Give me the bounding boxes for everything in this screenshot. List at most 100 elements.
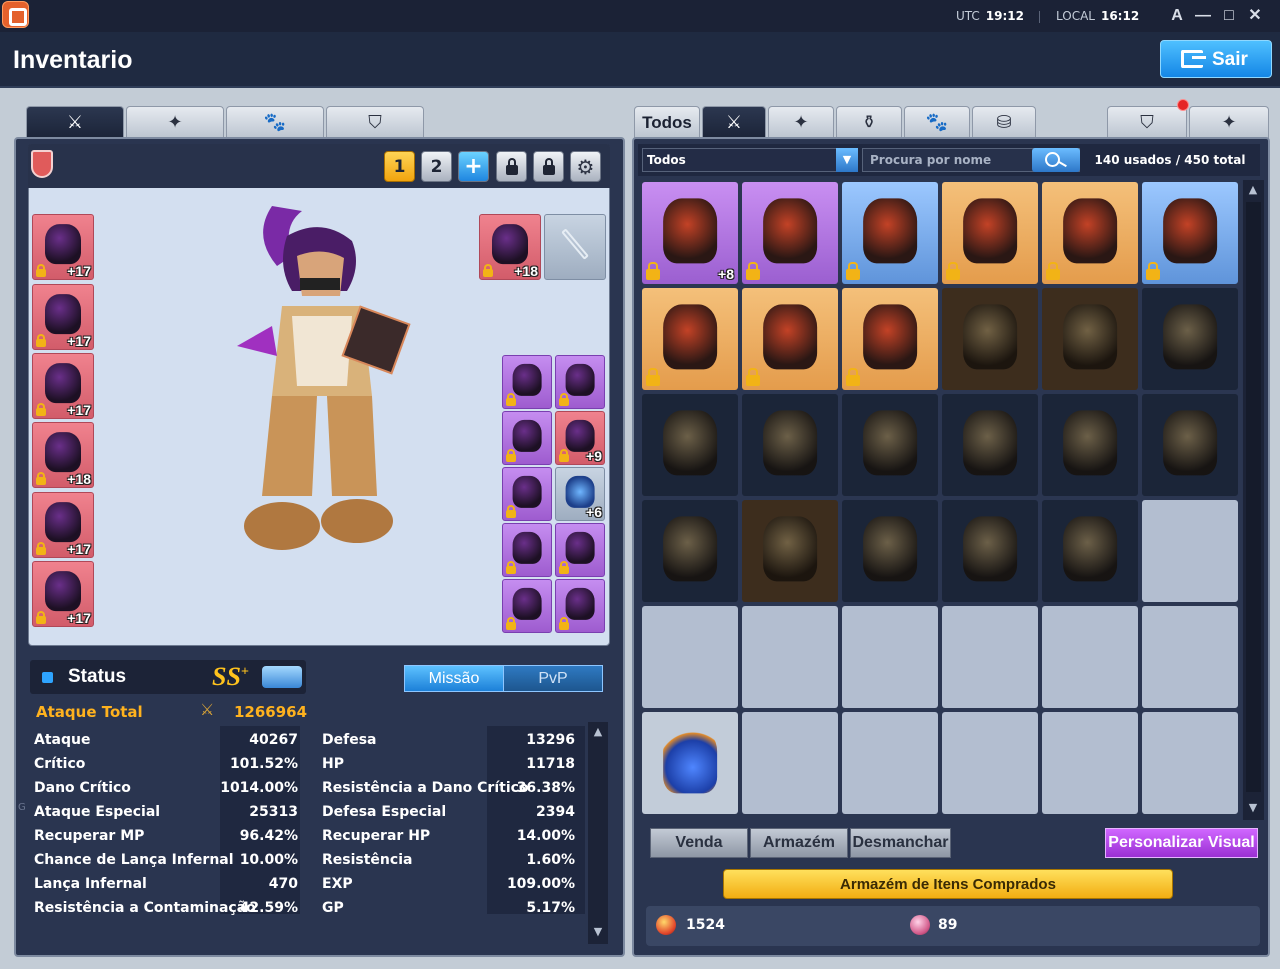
settings-button[interactable]: ⚙ bbox=[570, 151, 601, 182]
header: Inventario bbox=[0, 32, 1280, 88]
inventory-slot[interactable]: +8 bbox=[642, 182, 738, 284]
inventory-slot[interactable] bbox=[642, 500, 738, 602]
font-size-button[interactable]: A bbox=[1166, 5, 1188, 27]
equip-slot-empty-weapon[interactable] bbox=[544, 214, 606, 280]
tab-inv-shield[interactable]: ⛉ bbox=[1107, 106, 1187, 138]
inventory-slot[interactable] bbox=[642, 394, 738, 496]
pvp-mode-button[interactable]: PvP bbox=[503, 665, 603, 692]
mission-mode-button[interactable]: Missão bbox=[404, 665, 504, 692]
inventory-slot[interactable] bbox=[1142, 712, 1238, 814]
inventory-slot[interactable] bbox=[742, 288, 838, 390]
loadout-2-button[interactable]: 2 bbox=[421, 151, 452, 182]
inventory-slot[interactable] bbox=[842, 182, 938, 284]
inventory-slot[interactable] bbox=[1042, 394, 1138, 496]
stat-label: Defesa bbox=[322, 732, 377, 748]
inventory-slot[interactable] bbox=[942, 712, 1038, 814]
inventory-slot[interactable] bbox=[1142, 606, 1238, 708]
inventory-slot[interactable] bbox=[1042, 182, 1138, 284]
inventory-slot[interactable] bbox=[842, 288, 938, 390]
equip-slot-bottom[interactable]: +17 bbox=[32, 353, 94, 419]
tab-shield[interactable]: ⛉ bbox=[326, 106, 424, 138]
maximize-button[interactable]: □ bbox=[1218, 5, 1240, 27]
inventory-slot[interactable] bbox=[742, 394, 838, 496]
equip-slot-helmet[interactable]: +17 bbox=[32, 214, 94, 280]
inventory-slot[interactable] bbox=[1142, 288, 1238, 390]
tab-weapons[interactable]: ⚔ bbox=[26, 106, 124, 138]
minimize-button[interactable]: — bbox=[1192, 5, 1214, 27]
inventory-slot[interactable] bbox=[742, 606, 838, 708]
loadout-1-button[interactable]: 1 bbox=[384, 151, 415, 182]
equip-slot-weapon-dice[interactable]: +18 bbox=[479, 214, 541, 280]
accessory-slot-10[interactable] bbox=[555, 579, 605, 633]
accessory-slot-4[interactable]: +9 bbox=[555, 411, 605, 465]
inventory-slot[interactable] bbox=[742, 712, 838, 814]
sell-button[interactable]: Venda bbox=[650, 828, 748, 858]
tab-all[interactable]: Todos bbox=[634, 106, 700, 138]
purchased-storage-button[interactable]: Armazém de Itens Comprados bbox=[723, 869, 1173, 899]
equip-slot-gloves[interactable]: +18 bbox=[32, 422, 94, 488]
locked-slot-button-1[interactable] bbox=[496, 151, 527, 182]
inventory-slot[interactable] bbox=[842, 500, 938, 602]
inventory-slot[interactable] bbox=[1142, 394, 1238, 496]
equip-slot-cape[interactable]: +17 bbox=[32, 561, 94, 627]
tab-inv-bag[interactable]: ⛁ bbox=[972, 106, 1036, 138]
accessory-slot-2[interactable] bbox=[555, 355, 605, 409]
inventory-slot[interactable] bbox=[642, 712, 738, 814]
accessory-slot-9[interactable] bbox=[502, 579, 552, 633]
inventory-slot[interactable] bbox=[1142, 182, 1238, 284]
inventory-slot[interactable] bbox=[942, 606, 1038, 708]
tab-armor[interactable]: ✦ bbox=[126, 106, 224, 138]
customize-visual-button[interactable]: Personalizar Visual bbox=[1105, 828, 1258, 858]
cape-icon bbox=[45, 571, 81, 612]
inventory-scrollbar[interactable]: ▲ ▼ bbox=[1243, 180, 1264, 820]
inventory-slot[interactable] bbox=[742, 500, 838, 602]
scroll-down-icon[interactable]: ▼ bbox=[1246, 802, 1260, 814]
inventory-slot[interactable] bbox=[1042, 606, 1138, 708]
accessory-slot-5[interactable] bbox=[502, 467, 552, 521]
accessory-slot-1[interactable] bbox=[502, 355, 552, 409]
tab-inv-weapons[interactable]: ⚔ bbox=[702, 106, 766, 138]
accessory-slot-6[interactable]: +6 bbox=[555, 467, 605, 521]
inventory-slot[interactable] bbox=[1142, 500, 1238, 602]
dismantle-button[interactable]: Desmanchar bbox=[850, 828, 951, 858]
accessory-slot-8[interactable] bbox=[555, 523, 605, 577]
status-scrollbar[interactable]: ▲ ▼ bbox=[588, 722, 608, 944]
tab-pets[interactable]: 🐾 bbox=[226, 106, 324, 138]
inventory-slot[interactable] bbox=[842, 712, 938, 814]
scroll-up-icon[interactable]: ▲ bbox=[591, 726, 605, 738]
enhance-level: +18 bbox=[67, 471, 91, 487]
tab-inv-consumables[interactable]: ⚱ bbox=[836, 106, 902, 138]
accessory-slot-7[interactable] bbox=[502, 523, 552, 577]
tab-inv-armor[interactable]: ✦ bbox=[768, 106, 834, 138]
inventory-slot[interactable] bbox=[942, 394, 1038, 496]
category-filter-select[interactable]: Todos bbox=[642, 148, 858, 172]
inventory-slot[interactable] bbox=[942, 500, 1038, 602]
inventory-slot[interactable] bbox=[1042, 500, 1138, 602]
tab-inv-pets[interactable]: 🐾 bbox=[904, 106, 970, 138]
equip-slot-top[interactable]: +17 bbox=[32, 284, 94, 350]
inventory-slot[interactable] bbox=[1042, 288, 1138, 390]
exit-button[interactable]: Sair bbox=[1160, 40, 1272, 78]
scroll-thumb[interactable] bbox=[1246, 202, 1261, 792]
inventory-slot[interactable] bbox=[842, 394, 938, 496]
add-loadout-button[interactable]: + bbox=[458, 151, 489, 182]
chevron-down-icon[interactable]: ▼ bbox=[836, 148, 858, 172]
inventory-slot[interactable] bbox=[942, 288, 1038, 390]
storage-button[interactable]: Armazém bbox=[750, 828, 848, 858]
inventory-slot[interactable] bbox=[642, 606, 738, 708]
stat-label: HP bbox=[322, 756, 344, 772]
close-button[interactable]: ✕ bbox=[1244, 5, 1266, 27]
tab-inv-armor-set[interactable]: ✦ bbox=[1189, 106, 1269, 138]
status-detail-button[interactable] bbox=[262, 666, 302, 688]
scroll-up-icon[interactable]: ▲ bbox=[1246, 184, 1260, 196]
inventory-slot[interactable] bbox=[842, 606, 938, 708]
locked-slot-button-2[interactable] bbox=[533, 151, 564, 182]
equip-slot-shoes[interactable]: +17 bbox=[32, 492, 94, 558]
inventory-slot[interactable] bbox=[942, 182, 1038, 284]
search-button[interactable] bbox=[1032, 148, 1080, 172]
scroll-down-icon[interactable]: ▼ bbox=[591, 926, 605, 938]
inventory-slot[interactable] bbox=[742, 182, 838, 284]
inventory-slot[interactable] bbox=[1042, 712, 1138, 814]
accessory-slot-3[interactable] bbox=[502, 411, 552, 465]
inventory-slot[interactable] bbox=[642, 288, 738, 390]
